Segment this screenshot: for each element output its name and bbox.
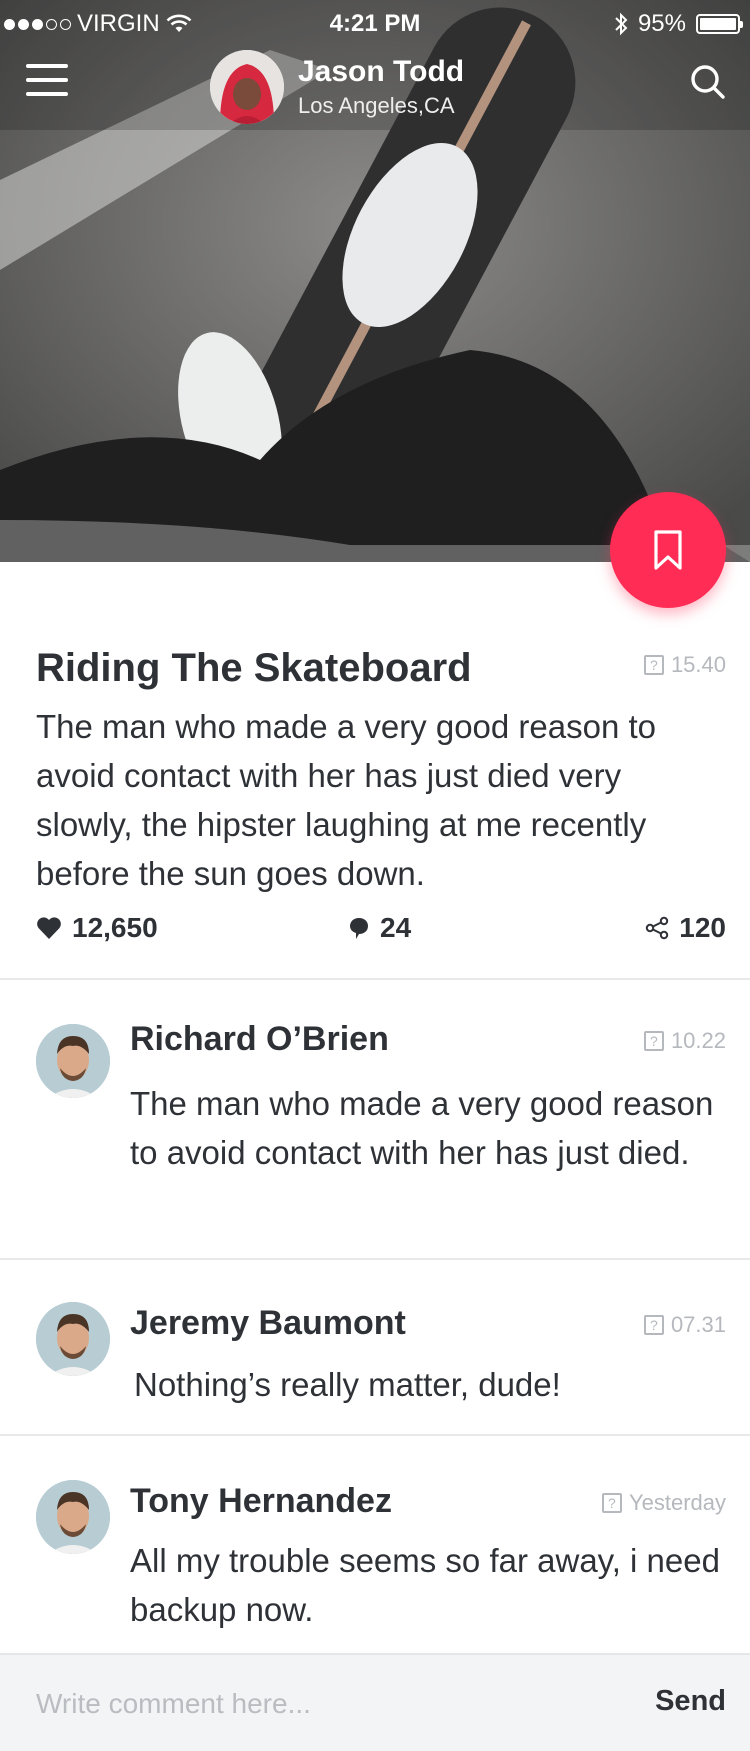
top-bar: Jason Todd Los Angeles,CA [0, 46, 750, 126]
profile-location: Los Angeles,CA [298, 93, 455, 118]
battery-percent: 95% [637, 10, 686, 37]
comment-composer: Send [0, 1653, 750, 1751]
question-box-icon: ? [643, 1315, 664, 1335]
speech-bubble-icon [350, 918, 368, 939]
question-box-icon: ? [643, 655, 664, 675]
comment-item: Jeremy Baumont ? 07.31 Nothing’s really … [0, 1260, 750, 1434]
comment-text: The man who made a very good reason to a… [130, 1085, 714, 1171]
avatar[interactable] [36, 1024, 110, 1098]
comment-time-label: 10.22 [670, 1028, 726, 1053]
send-button[interactable]: Send [655, 1685, 726, 1718]
hamburger-menu-icon[interactable] [26, 64, 70, 100]
battery-icon [696, 14, 743, 34]
search-icon[interactable] [688, 62, 728, 102]
comment-author: Jeremy Baumont [130, 1304, 406, 1342]
post-title: Riding The Skateboard [36, 646, 472, 690]
share-count: 120 [679, 912, 726, 943]
comment-text: Nothing’s really matter, dude! [134, 1366, 561, 1403]
comment-input[interactable] [34, 1677, 598, 1731]
search-glyph [691, 65, 725, 99]
avatar[interactable] [36, 1480, 110, 1554]
question-box-icon: ? [643, 1031, 664, 1051]
hero-image: VIRGIN 4:21 PM 95% Jason Todd Los Angele… [0, 0, 750, 562]
comment-time: ? 10.22 [643, 1028, 726, 1054]
comment-text: All my trouble seems so far away, i need… [130, 1542, 720, 1628]
like-count: 12,650 [72, 912, 158, 943]
comment-count: 24 [380, 912, 412, 943]
comment-time: ? 07.31 [643, 1312, 726, 1338]
comment-time: ? Yesterday [601, 1490, 726, 1516]
status-right: 95% [614, 10, 743, 38]
post-time-label: 15.40 [670, 652, 726, 677]
like-button[interactable]: 12,650 [36, 912, 158, 944]
avatar-image [210, 50, 284, 124]
status-bar: VIRGIN 4:21 PM 95% [0, 0, 750, 46]
comment-count-button[interactable]: 24 [348, 912, 411, 944]
comment-time-label: 07.31 [670, 1312, 726, 1337]
comment-author: Tony Hernandez [130, 1482, 392, 1520]
question-box-icon: ? [601, 1493, 622, 1513]
post-stats: 12,650 24 120 [0, 912, 750, 956]
share-button[interactable]: 120 [645, 912, 726, 944]
comment-item: Tony Hernandez ? Yesterday All my troubl… [0, 1436, 750, 1652]
post-time: ? 15.40 [643, 652, 726, 678]
profile-info: Jason Todd Los Angeles,CA [298, 55, 464, 119]
comment-author: Richard O’Brien [130, 1020, 389, 1058]
avatar[interactable] [36, 1302, 110, 1376]
comment-item: Richard O’Brien ? 10.22 The man who made… [0, 980, 750, 1258]
comment-time-label: Yesterday [628, 1490, 726, 1515]
share-icon [646, 916, 669, 940]
avatar-image [36, 1302, 110, 1376]
profile-header[interactable]: Jason Todd Los Angeles,CA [210, 50, 464, 124]
avatar-image [36, 1024, 110, 1098]
avatar[interactable] [210, 50, 284, 124]
profile-name: Jason Todd [298, 55, 465, 88]
post-card: Riding The Skateboard ? 15.40 The man wh… [0, 562, 750, 978]
bluetooth-icon [615, 12, 628, 36]
avatar-image [36, 1480, 110, 1554]
post-body: The man who made a very good reason to a… [36, 708, 657, 892]
heart-icon [37, 917, 61, 939]
